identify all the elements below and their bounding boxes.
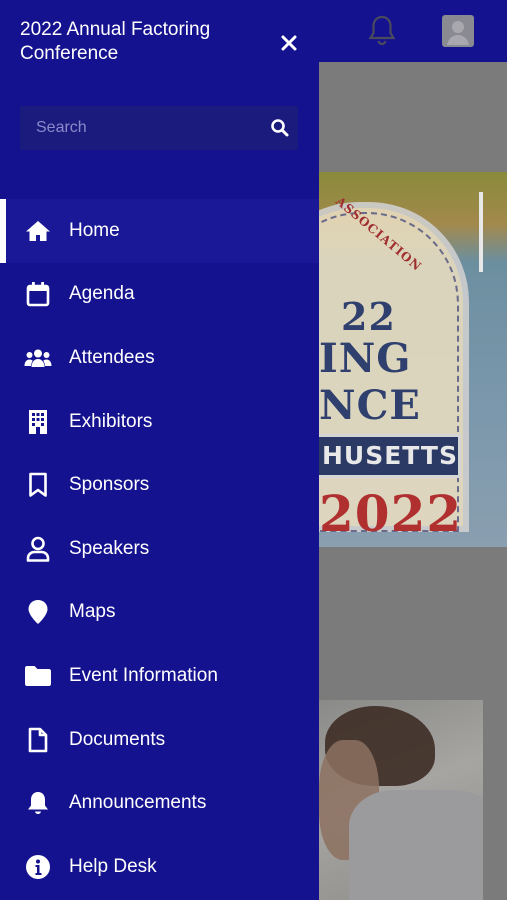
menu-item-event-information[interactable]: Event Information — [0, 644, 319, 708]
menu-item-label: Event Information — [69, 664, 218, 686]
menu-item-label: Maps — [69, 601, 116, 623]
banner-text-state: HUSETTS — [319, 434, 461, 478]
banner-text-year-short: 22 — [341, 294, 396, 339]
avatar-user-icon — [447, 21, 469, 45]
search-box — [20, 106, 298, 150]
menu-item-home[interactable]: Home — [0, 199, 319, 263]
profile-avatar[interactable] — [442, 15, 474, 47]
search-input[interactable] — [20, 106, 260, 150]
home-icon — [24, 217, 52, 245]
user-icon — [24, 535, 52, 563]
menu-item-help-desk[interactable]: Help Desk — [0, 835, 319, 899]
users-icon — [24, 344, 52, 372]
menu-item-label: Attendees — [69, 346, 155, 368]
calendar-icon — [24, 280, 52, 308]
close-icon — [281, 35, 297, 51]
notifications-bell-icon[interactable] — [366, 14, 398, 48]
menu-item-label: Sponsors — [69, 474, 150, 496]
banner-text-line2: NCE — [319, 382, 421, 429]
menu-item-label: Documents — [69, 728, 166, 750]
menu-item-announcements[interactable]: Announcements — [0, 771, 319, 835]
sailboat-mast — [479, 192, 483, 272]
info-icon — [24, 853, 52, 881]
folder-icon — [24, 662, 52, 690]
bookmark-icon — [24, 471, 52, 499]
menu-item-label: Exhibitors — [69, 410, 153, 432]
drawer-menu: Home Agenda Attendees Exhibitors Sponsor… — [0, 199, 319, 899]
building-icon — [24, 408, 52, 436]
document-icon — [24, 726, 52, 754]
menu-item-label: Speakers — [69, 537, 150, 559]
navigation-drawer: 2022 Annual Factoring Conference Home — [0, 0, 319, 900]
menu-item-agenda[interactable]: Agenda — [0, 263, 319, 327]
menu-item-label: Agenda — [69, 283, 135, 305]
menu-item-attendees[interactable]: Attendees — [0, 326, 319, 390]
banner-text-line1: ING — [319, 335, 412, 382]
menu-item-label: Home — [69, 219, 120, 241]
menu-item-documents[interactable]: Documents — [0, 708, 319, 772]
menu-item-sponsors[interactable]: Sponsors — [0, 453, 319, 517]
menu-item-maps[interactable]: Maps — [0, 581, 319, 645]
drawer-title: 2022 Annual Factoring Conference — [20, 19, 211, 64]
search-icon[interactable] — [270, 118, 290, 138]
photo-shirt — [349, 790, 483, 900]
banner-text-year: 2022 — [319, 484, 463, 543]
menu-item-exhibitors[interactable]: Exhibitors — [0, 390, 319, 454]
bell-icon — [24, 789, 52, 817]
conference-banner-image[interactable]: ASSOCIATION 22 ING NCE HUSETTS 2022 — [319, 172, 507, 547]
menu-item-label: Help Desk — [69, 855, 157, 877]
menu-item-speakers[interactable]: Speakers — [0, 517, 319, 581]
speaker-photo[interactable] — [319, 700, 483, 900]
close-drawer-button[interactable] — [276, 30, 302, 56]
menu-item-label: Announcements — [69, 792, 207, 814]
map-pin-icon — [24, 598, 52, 626]
